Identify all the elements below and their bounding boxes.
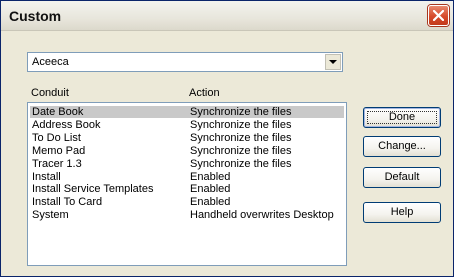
conduit-action: Handheld overwrites Desktop bbox=[190, 209, 334, 222]
custom-dialog: Custom Aceeca Conduit Action Date Book Sy… bbox=[0, 0, 454, 277]
conduit-list[interactable]: Date Book Synchronize the files Address Bo… bbox=[27, 102, 347, 266]
conduit-action: Synchronize the files bbox=[190, 106, 292, 118]
close-icon bbox=[433, 10, 444, 21]
conduit-name: Tracer 1.3 bbox=[32, 157, 82, 170]
default-button[interactable]: Default bbox=[363, 167, 441, 188]
action-column-header: Action bbox=[189, 87, 220, 99]
conduit-name: Memo Pad bbox=[32, 144, 86, 157]
chevron-down-icon bbox=[329, 60, 337, 64]
list-item[interactable]: Address Book Synchronize the files bbox=[30, 119, 344, 131]
done-button[interactable]: Done bbox=[363, 107, 441, 128]
list-item[interactable]: Tracer 1.3 Synchronize the files bbox=[30, 158, 344, 170]
conduit-action: Enabled bbox=[190, 170, 231, 183]
selected-user: Aceeca bbox=[32, 56, 69, 68]
conduit-column-header: Conduit bbox=[31, 87, 69, 99]
list-item[interactable]: System Handheld overwrites Desktop bbox=[30, 209, 344, 221]
default-label: Default bbox=[384, 171, 420, 183]
conduit-name: System bbox=[32, 209, 69, 222]
conduit-action: Synchronize the files bbox=[190, 157, 292, 170]
close-button[interactable] bbox=[428, 5, 449, 26]
conduit-name: To Do List bbox=[32, 131, 81, 144]
help-label: Help bbox=[390, 206, 414, 218]
help-button[interactable]: Help bbox=[363, 202, 441, 223]
conduit-action: Synchronize the files bbox=[190, 131, 292, 144]
conduit-name: Install bbox=[32, 170, 61, 183]
handheld-user-select[interactable]: Aceeca bbox=[27, 52, 343, 72]
window-title: Custom bbox=[9, 8, 62, 24]
list-item[interactable]: Install Service Templates Enabled bbox=[30, 183, 344, 195]
dropdown-button[interactable] bbox=[325, 54, 341, 70]
conduit-name: Install Service Templates bbox=[32, 183, 154, 196]
list-item[interactable]: Date Book Synchronize the files bbox=[30, 106, 344, 118]
conduit-name: Address Book bbox=[32, 118, 101, 131]
conduit-action: Synchronize the files bbox=[190, 118, 292, 131]
conduit-action: Enabled bbox=[190, 183, 231, 196]
conduit-action: Enabled bbox=[190, 196, 231, 209]
conduit-name: Install To Card bbox=[32, 196, 103, 209]
list-item[interactable]: Install Enabled bbox=[30, 171, 344, 183]
conduit-action: Synchronize the files bbox=[190, 144, 292, 157]
list-item[interactable]: Install To Card Enabled bbox=[30, 196, 344, 208]
done-label: Done bbox=[388, 111, 416, 123]
conduit-name: Date Book bbox=[32, 106, 84, 118]
change-label: Change... bbox=[378, 140, 426, 152]
change-button[interactable]: Change... bbox=[363, 136, 441, 157]
list-item[interactable]: To Do List Synchronize the files bbox=[30, 132, 344, 144]
list-item[interactable]: Memo Pad Synchronize the files bbox=[30, 145, 344, 157]
title-bar[interactable]: Custom bbox=[1, 1, 453, 31]
